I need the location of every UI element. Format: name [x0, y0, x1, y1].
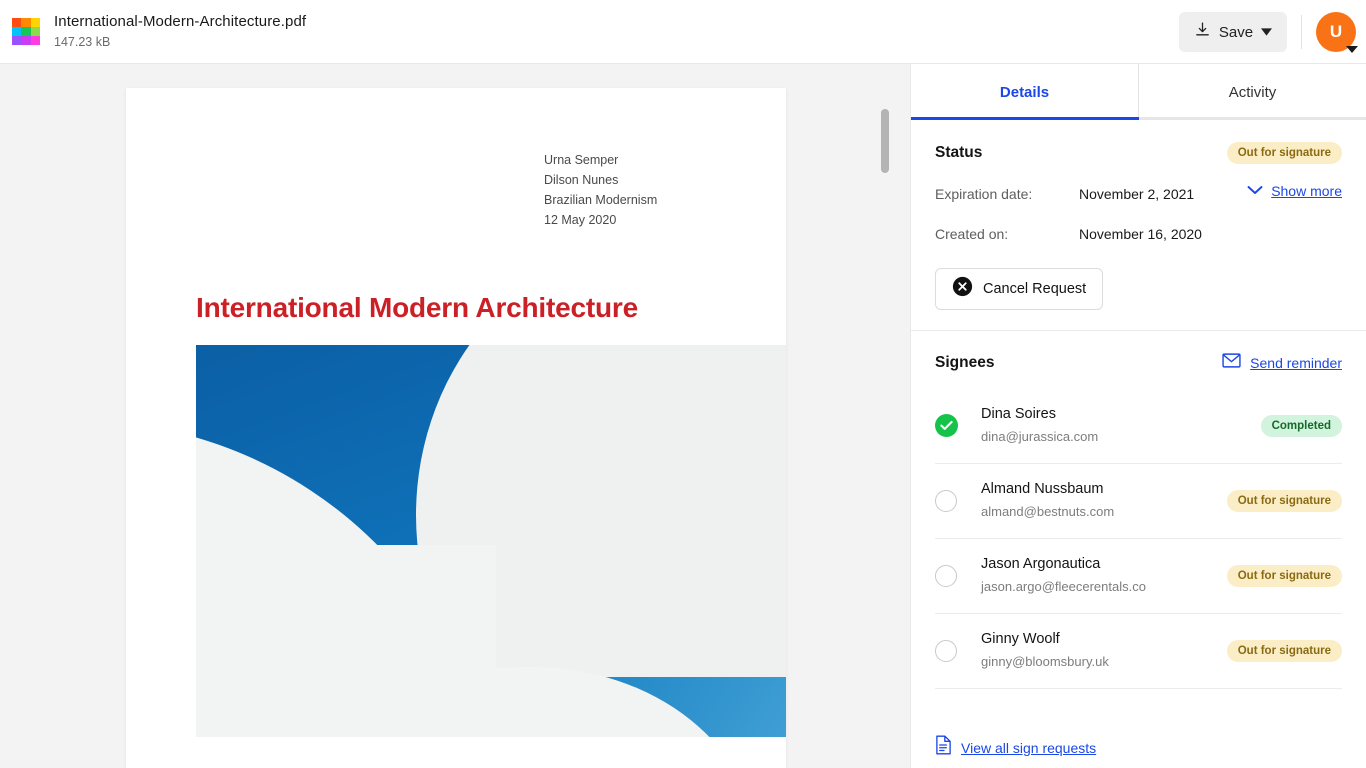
status-title: Status	[935, 144, 983, 161]
document-meta-line: Brazilian Modernism	[544, 193, 658, 207]
signee-info: Ginny Woolf ginny@bloomsbury.uk	[981, 628, 1217, 673]
signee-name: Ginny Woolf	[981, 631, 1060, 647]
empty-circle-icon	[935, 489, 957, 512]
caret-down-icon	[1346, 46, 1358, 53]
document-page: Urna Semper Dilson Nunes Brazilian Moder…	[126, 88, 786, 768]
signee-row[interactable]: Ginny Woolf ginny@bloomsbury.uk Out for …	[935, 614, 1342, 689]
toolbar-divider	[1301, 15, 1302, 49]
signee-info: Jason Argonautica jason.argo@fleecerenta…	[981, 553, 1217, 598]
signee-status-icon	[935, 564, 981, 587]
viewer-scrollbar[interactable]	[881, 64, 900, 768]
signee-status-icon	[935, 639, 981, 662]
panel-footer: View all sign requests	[911, 709, 1366, 760]
viewer-scrollbar-thumb[interactable]	[881, 109, 889, 173]
signee-row[interactable]: Jason Argonautica jason.argo@fleecerenta…	[935, 539, 1342, 614]
file-name: International-Modern-Architecture.pdf	[54, 13, 307, 30]
document-title: International Modern Architecture	[196, 292, 638, 323]
status-header: Status Out for signature	[935, 142, 1342, 164]
signee-status-icon	[935, 489, 981, 512]
show-more-label: Show more	[1271, 183, 1342, 199]
save-button-label: Save	[1218, 23, 1254, 41]
top-bar-actions: Save U	[1179, 0, 1358, 64]
document-meta-line: Dilson Nunes	[544, 173, 619, 187]
signee-email: jason.argo@fleecerentals.co	[981, 579, 1146, 594]
tab-underline-active	[911, 117, 1139, 120]
document-meta-line: 12 May 2020	[544, 213, 617, 227]
close-circle-icon	[952, 276, 973, 302]
signee-name: Dina Soires	[981, 406, 1056, 422]
signee-email: dina@jurassica.com	[981, 429, 1099, 444]
document-viewer[interactable]: Urna Semper Dilson Nunes Brazilian Moder…	[0, 64, 910, 768]
expiration-date-value: November 2, 2021	[1079, 186, 1195, 202]
avatar-menu[interactable]: U	[1316, 12, 1358, 53]
signee-status-badge: Out for signature	[1226, 639, 1342, 662]
signees-header: Signees Send reminder	[935, 353, 1342, 373]
signee-status-icon	[935, 414, 981, 437]
signee-name: Jason Argonautica	[981, 556, 1101, 572]
created-on-row: Created on: November 16, 2020	[935, 220, 1342, 248]
document-meta-line: Urna Semper	[544, 153, 619, 167]
file-text: International-Modern-Architecture.pdf 14…	[54, 12, 306, 51]
created-on-label: Created on:	[935, 226, 1009, 242]
signees-title: Signees	[935, 354, 995, 371]
tab-details[interactable]: Details	[911, 64, 1138, 120]
save-button[interactable]: Save	[1179, 12, 1287, 52]
expiration-date-label: Expiration date:	[935, 186, 1033, 202]
signee-status-badge: Out for signature	[1226, 489, 1342, 512]
envelope-icon	[1222, 353, 1241, 373]
empty-circle-icon	[935, 639, 957, 662]
cancel-request-button[interactable]: Cancel Request	[935, 268, 1104, 310]
caret-down-icon	[1261, 23, 1273, 41]
signee-email: ginny@bloomsbury.uk	[981, 654, 1109, 669]
signee-name: Almand Nussbaum	[981, 481, 1104, 497]
check-circle-icon	[935, 414, 958, 437]
modern-architecture-photo	[196, 345, 786, 737]
signee-status-badge: Out for signature	[1226, 564, 1342, 587]
created-on-value: November 16, 2020	[1079, 226, 1202, 242]
send-reminder-button[interactable]: Send reminder	[1222, 353, 1342, 373]
document-meta: Urna Semper Dilson Nunes Brazilian Moder…	[544, 150, 657, 230]
show-more-button[interactable]: Show more	[1247, 182, 1342, 200]
view-all-sign-requests-label: View all sign requests	[961, 739, 1097, 756]
signee-row[interactable]: Dina Soires dina@jurassica.com Completed	[935, 389, 1342, 464]
cancel-request-label: Cancel Request	[983, 281, 1087, 297]
color-grid-logo-icon	[12, 17, 40, 46]
chevron-down-icon	[1247, 182, 1263, 200]
empty-circle-icon	[935, 564, 957, 587]
signee-email: almand@bestnuts.com	[981, 504, 1115, 519]
details-panel: Details Activity Status Out for signatur…	[910, 64, 1366, 768]
panel-tabs: Details Activity	[911, 64, 1366, 120]
signee-info: Almand Nussbaum almand@bestnuts.com	[981, 478, 1217, 523]
signee-info: Dina Soires dina@jurassica.com	[981, 403, 1251, 448]
file-size: 147.23 kB	[54, 35, 111, 49]
signee-status-badge: Completed	[1260, 414, 1342, 437]
status-section: Status Out for signature Expiration date…	[911, 120, 1366, 330]
signee-row[interactable]: Almand Nussbaum almand@bestnuts.com Out …	[935, 464, 1342, 539]
send-reminder-label: Send reminder	[1250, 355, 1342, 371]
top-bar: International-Modern-Architecture.pdf 14…	[0, 0, 1366, 64]
download-icon	[1194, 21, 1211, 43]
signees-section: Signees Send reminder Dina Soires dina@j…	[911, 330, 1366, 709]
document-icon	[935, 735, 952, 760]
view-all-sign-requests-link[interactable]: View all sign requests	[935, 735, 1342, 760]
file-info: International-Modern-Architecture.pdf 14…	[0, 12, 306, 51]
expiration-date-row: Expiration date: November 2, 2021 Show m…	[935, 180, 1342, 208]
tab-activity[interactable]: Activity	[1138, 64, 1366, 120]
status-badge: Out for signature	[1226, 142, 1342, 164]
